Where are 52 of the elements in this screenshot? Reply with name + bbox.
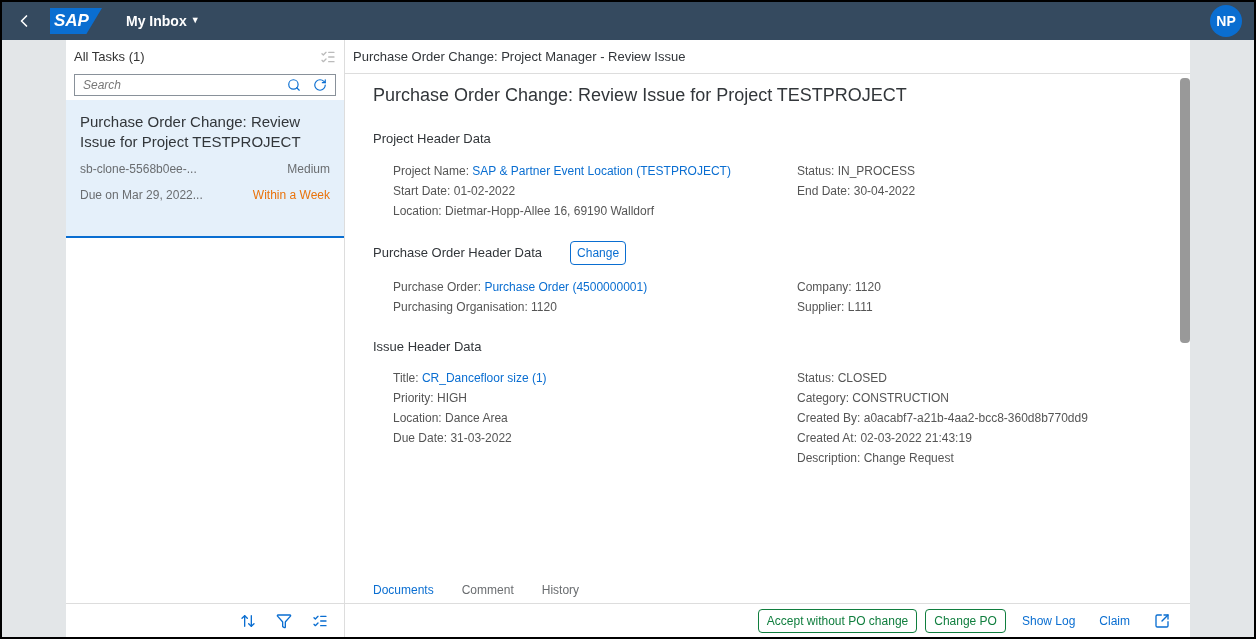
tab[interactable]: History <box>541 581 580 599</box>
refresh-icon[interactable] <box>313 78 327 92</box>
action-button[interactable]: Claim <box>1091 611 1138 630</box>
search-field[interactable]: Search <box>83 76 287 94</box>
field-text: Priority: HIGH <box>393 390 468 407</box>
field-text: Location: Dance Area <box>393 410 509 427</box>
task-due: Due on Mar 29, 2022... <box>80 187 203 204</box>
share-icon[interactable] <box>1154 612 1170 629</box>
field-text: Status: CLOSED <box>797 370 889 387</box>
app-title-menu[interactable]: My Inbox ▼ <box>126 10 200 32</box>
task-priority: Medium <box>287 161 330 178</box>
field-text: Category: CONSTRUCTION <box>797 390 951 407</box>
field-text: Purchasing Organisation: 1120 <box>393 298 558 316</box>
field-text: Title: CR_Dancefloor size (1) <box>393 370 548 387</box>
task-item[interactable]: Purchase Order Change: Review Issue for Project TESTPROJECT sb-clone-5568b0ee-... Medium Due on Mar 29, 2022... Within a Week <box>66 100 344 238</box>
field-text: Status: IN_PROCESS <box>797 162 916 180</box>
field-text: Start Date: 01-02-2022 <box>393 182 517 200</box>
list-title: All Tasks (1) <box>74 48 145 67</box>
field-text: Created At: 02-03-2022 21:43:19 <box>797 430 973 447</box>
field-text: Purchase Order: Purchase Order (4500000001) <box>393 278 649 296</box>
detail-header: Purchase Order Change: Project Manager - Review Issue <box>345 40 1190 74</box>
field-text: Description: Change Request <box>797 450 955 467</box>
action-button[interactable]: Change PO <box>925 608 1006 633</box>
caret-icon: ▼ <box>190 14 200 28</box>
field-text: Location: Dietmar-Hopp-Allee 16, 69190 Walldorf <box>393 202 656 220</box>
field-link[interactable]: Purchase Order (4500000001) <box>484 279 648 294</box>
field-text: Created By: a0acabf7-a21b-4aa2-bcc8-360d8b770dd9 <box>797 410 1088 427</box>
task-title: Purchase Order Change: Review Issue for Project TESTPROJECT <box>80 112 302 152</box>
field-text: Due Date: 31-03-2022 <box>393 430 513 447</box>
detail-title: Purchase Order Change: Review Issue for Project TESTPROJECT <box>373 84 908 107</box>
task-id: sb-clone-5568b0ee-... <box>80 161 197 178</box>
action-button[interactable]: Accept without PO change <box>757 608 918 633</box>
section-title: Project Header Data <box>373 130 491 148</box>
field-text: Supplier: L111 <box>797 298 874 316</box>
change-button[interactable]: Change <box>570 240 627 265</box>
tab[interactable]: Comment <box>461 581 514 599</box>
field-text: Company: 1120 <box>797 278 881 296</box>
field-link[interactable]: CR_Dancefloor size (1) <box>421 371 547 385</box>
filter-icon[interactable] <box>276 612 292 629</box>
action-button[interactable]: Show Log <box>1013 611 1084 630</box>
task-urgency: Within a Week <box>252 187 330 204</box>
search-bar[interactable]: Search <box>74 74 336 96</box>
field-text: End Date: 30-04-2022 <box>797 182 916 200</box>
avatar[interactable]: NP <box>1210 5 1242 37</box>
field-link[interactable]: SAP & Partner Event Location (TESTPROJECT) <box>472 163 731 178</box>
search-icon[interactable] <box>287 78 301 92</box>
logo: SAP <box>50 8 102 34</box>
field-text: Project Name: SAP & Partner Event Location (TESTPROJECT) <box>393 162 732 180</box>
section-title: Purchase Order Header Data <box>373 243 543 262</box>
tab[interactable]: Documents <box>373 581 434 599</box>
sort-icon[interactable] <box>240 612 256 629</box>
section-title: Issue Header Data <box>373 337 482 356</box>
